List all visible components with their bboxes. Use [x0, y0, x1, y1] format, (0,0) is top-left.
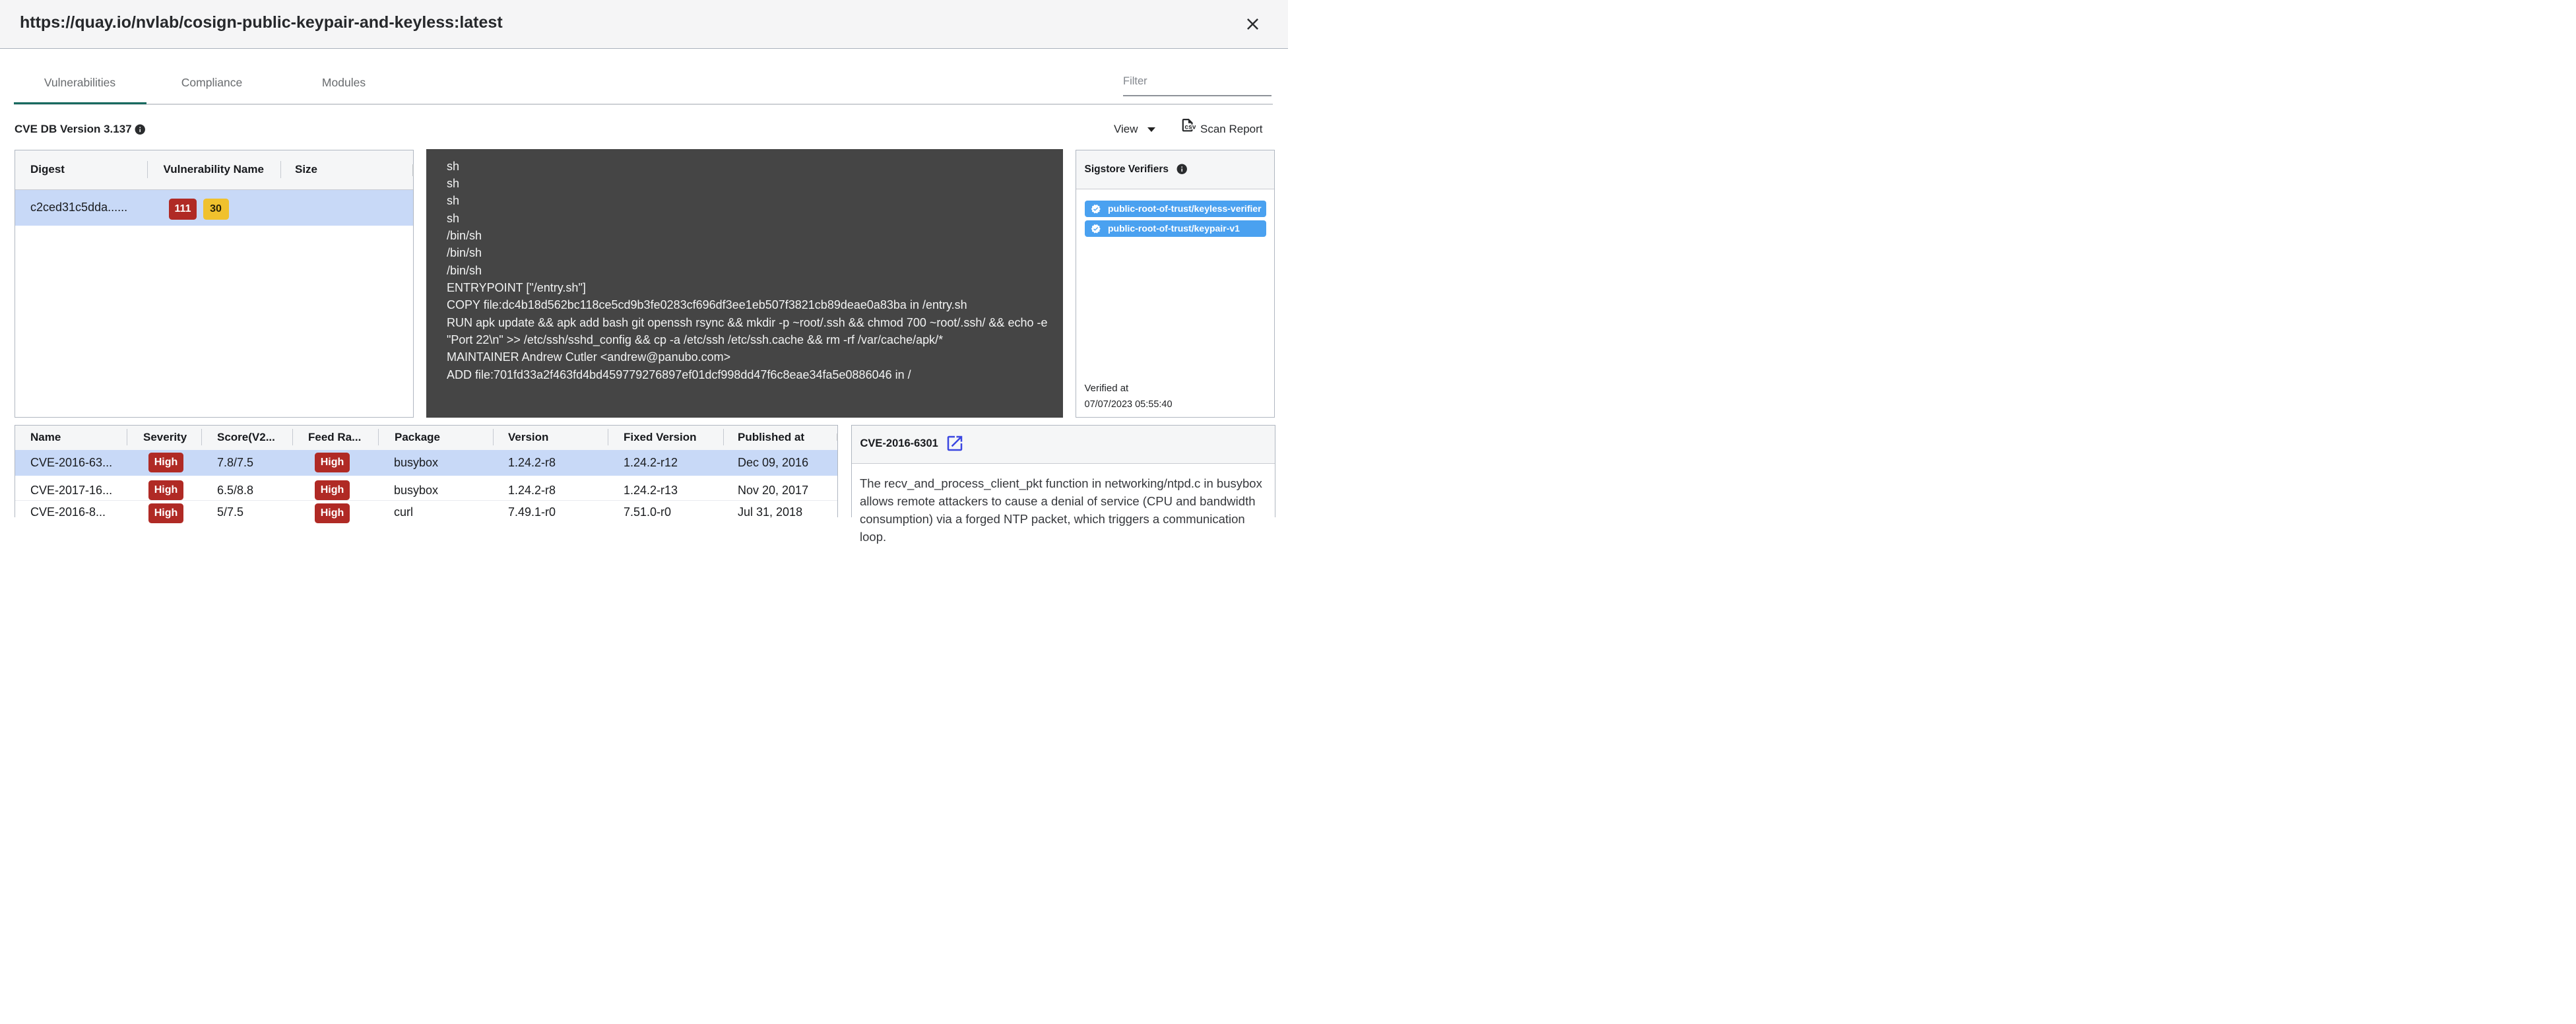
- svg-text:csv: csv: [1184, 124, 1196, 131]
